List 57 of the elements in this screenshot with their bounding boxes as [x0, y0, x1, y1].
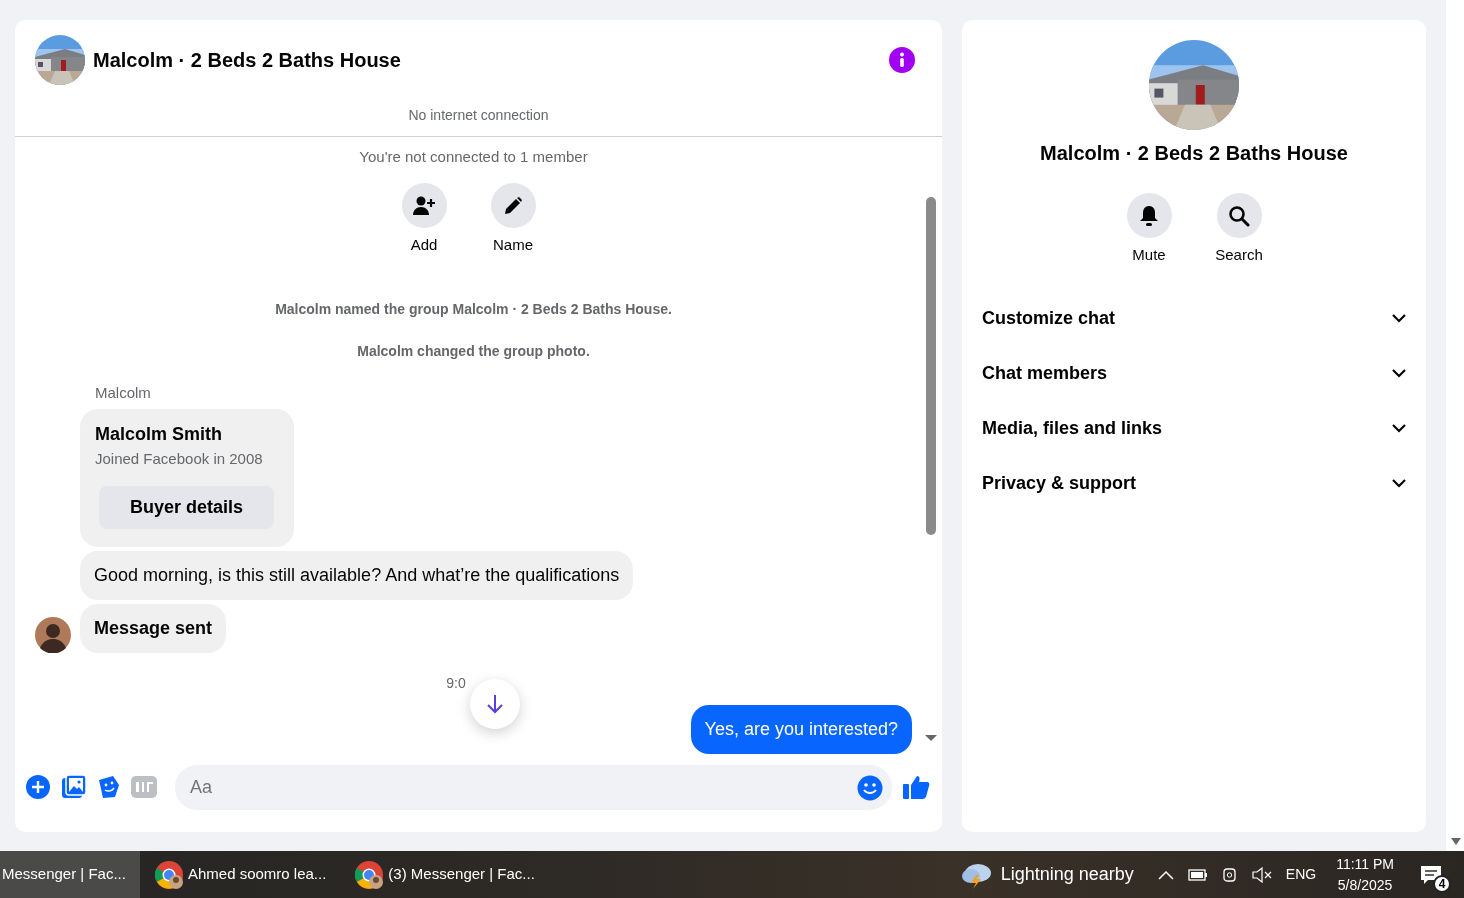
avatar[interactable]: [35, 617, 71, 653]
arrow-down-icon: [486, 694, 504, 714]
message-field[interactable]: Aa: [175, 764, 892, 810]
taskbar-app[interactable]: Ahmed soomro lea...: [139, 851, 341, 898]
scroll-arrow-icon[interactable]: [924, 733, 938, 742]
chevron-up-icon[interactable]: [1157, 869, 1174, 880]
message-bubble: Yes, are you interested?: [690, 705, 912, 754]
taskbar-app[interactable]: Messenger | Fac...: [0, 851, 140, 898]
notification-count: 4: [1433, 874, 1451, 893]
battery-icon[interactable]: [1187, 868, 1208, 881]
browser-icon: [354, 859, 385, 890]
connection-banner: No internet connection: [15, 99, 942, 137]
section-header[interactable]: Media, files and links: [962, 400, 1426, 456]
scroll-down-button[interactable]: [470, 679, 520, 729]
rename-label: Name: [493, 235, 533, 255]
speaker-muted-icon[interactable]: [1251, 866, 1272, 883]
search-icon: [1228, 204, 1250, 227]
thumbs-up-icon[interactable]: [902, 774, 930, 800]
rename-button[interactable]: [490, 183, 536, 228]
clock-time[interactable]: 11:11 PM: [1336, 854, 1394, 875]
taskbar-app[interactable]: (3) Messenger | Fac...: [340, 851, 549, 898]
chat-title: Malcolm · 2 Beds 2 Baths House: [93, 48, 402, 73]
message-bubble: Message sent: [80, 604, 227, 653]
weather-text[interactable]: Lightning nearby: [1000, 861, 1134, 888]
event-text: Malcolm named the group Malcolm · 2 Beds 2 Baths House.: [275, 300, 672, 317]
profile-subtitle: Joined Facebook in 2008: [95, 448, 263, 469]
member-notice: You're not connected to 1 member: [359, 148, 588, 165]
event-text: Malcolm changed the group photo.: [357, 342, 590, 359]
buyer-details-button[interactable]: Buyer details: [99, 486, 275, 529]
add-label: Add: [410, 235, 438, 255]
camera-icon[interactable]: [1221, 865, 1238, 884]
add-person-icon: [413, 195, 435, 216]
scroll-arrow-icon[interactable]: [1451, 838, 1461, 845]
mute-label: Mute: [1132, 245, 1166, 265]
image-icon[interactable]: [61, 774, 87, 800]
bell-icon: [1139, 204, 1159, 227]
details-title: Malcolm · 2 Beds 2 Baths House: [1040, 141, 1348, 166]
timestamp: 9:0: [446, 675, 466, 691]
pencil-icon: [503, 195, 523, 216]
section-header[interactable]: Privacy & support: [962, 455, 1426, 511]
section-header[interactable]: Customize chat: [962, 290, 1426, 346]
add-button[interactable]: [401, 183, 447, 228]
language-indicator[interactable]: ENG: [1285, 864, 1317, 885]
add-icon[interactable]: [25, 774, 51, 800]
info-icon[interactable]: [889, 47, 915, 73]
browser-icon: [153, 859, 184, 890]
search-label: Search: [1215, 245, 1263, 265]
emoji-icon[interactable]: [857, 774, 883, 801]
mute-button[interactable]: [1126, 193, 1172, 238]
profile-name: Malcolm Smith: [95, 423, 223, 444]
message-bubble: Good morning, is this still available? And what’re the qualifications: [80, 551, 634, 600]
search-button[interactable]: [1216, 193, 1262, 238]
section-header[interactable]: Chat members: [962, 345, 1426, 401]
clock-date[interactable]: 5/8/2025: [1337, 874, 1393, 895]
sender-name: Malcolm: [95, 383, 151, 401]
scrollbar-thumb[interactable]: [926, 197, 936, 535]
sticker-icon[interactable]: [97, 775, 121, 799]
